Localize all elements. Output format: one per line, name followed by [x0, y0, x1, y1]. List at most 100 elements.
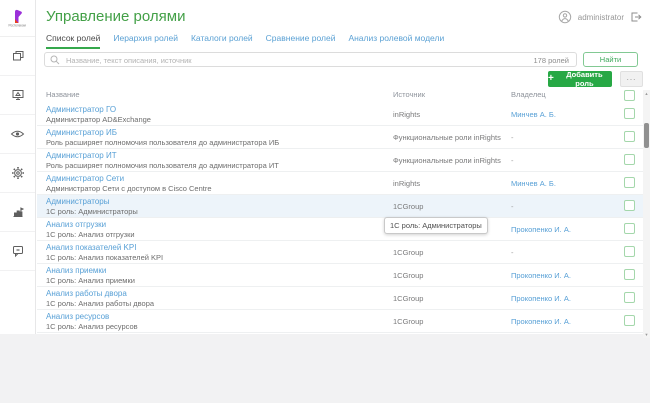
role-source: Функциональные роли inRights — [393, 133, 501, 142]
column-header-source: Источник — [393, 90, 426, 99]
sidebar-item-settings[interactable] — [0, 154, 35, 193]
role-source: 1CGroup — [393, 294, 424, 303]
role-owner-link[interactable]: Прокопенко И. А. — [511, 271, 571, 280]
scrollbar-thumb[interactable] — [644, 123, 649, 148]
table-row: Анализ ресурсов 1С роль: Анализ ресурсов… — [37, 310, 643, 333]
find-button[interactable]: Найти — [583, 52, 638, 67]
more-actions-button[interactable]: ... — [620, 71, 643, 87]
sidebar-item-monitor[interactable] — [0, 76, 35, 115]
role-owner-link[interactable]: Прокопенко И. А. — [511, 225, 571, 234]
feedback-icon — [12, 246, 23, 258]
windows-icon — [12, 51, 23, 61]
role-description: 1С роль: Анализ показателей KPI — [46, 253, 164, 262]
role-name-link[interactable]: Анализ работы двора — [46, 289, 127, 298]
role-description: Администратор Сети с доступом в Cisco Ce… — [46, 184, 212, 193]
rostelecom-logo[interactable]: Ростелеком — [0, 0, 35, 37]
role-name-link[interactable]: Администраторы — [46, 197, 109, 206]
role-description: Администратор AD&Exchange — [46, 115, 151, 124]
role-owner-link[interactable]: Прокопенко И. А. — [511, 317, 571, 326]
logo-icon — [15, 9, 22, 23]
gear-icon — [11, 167, 24, 179]
tab-1[interactable]: Список ролей — [46, 33, 101, 49]
tab-4[interactable]: Сравнение ролей — [266, 33, 336, 49]
search-icon — [50, 55, 60, 65]
role-owner-link[interactable]: Минчев А. Б. — [511, 110, 556, 119]
table-row: Администратор ГО Администратор AD&Exchan… — [37, 103, 643, 126]
role-management-page: Ростелеком Управление ролями administrat… — [0, 0, 650, 403]
tab-3[interactable]: Каталоги ролей — [191, 33, 253, 49]
add-role-label: Добавить роль — [566, 70, 603, 88]
table-row: Администратор Сети Администратор Сети с … — [37, 172, 643, 195]
role-owner-link: - — [511, 156, 514, 165]
sidebar-item-feedback[interactable] — [0, 232, 35, 271]
sidebar-item-reports[interactable] — [0, 193, 35, 232]
role-description: 1С роль: Администраторы — [46, 207, 138, 216]
logo-label: Ростелеком — [8, 23, 27, 27]
row-checkbox[interactable] — [624, 292, 635, 303]
search-box: 178 ролей — [44, 52, 577, 68]
role-source: 1CGroup — [393, 271, 424, 280]
monitor-icon — [12, 90, 23, 100]
scroll-down-arrow[interactable]: ▼ — [643, 332, 650, 337]
user-avatar-icon — [558, 10, 571, 24]
role-owner-link[interactable]: Минчев А. Б. — [511, 179, 556, 188]
role-description: 1С роль: Анализ ресурсов — [46, 322, 138, 331]
table-row: Анализ отгрузки 1С роль: Анализ отгрузки… — [37, 218, 643, 241]
role-name-link[interactable]: Администратор Сети — [46, 174, 124, 183]
role-name-link[interactable]: Анализ показателей KPI — [46, 243, 136, 252]
column-header-name: Название — [46, 90, 80, 99]
row-checkbox[interactable] — [624, 200, 635, 211]
role-name-link[interactable]: Администратор ГО — [46, 105, 116, 114]
role-source: Функциональные роли inRights — [393, 156, 501, 165]
table-scrollbar[interactable]: ▲ ▼ — [643, 90, 650, 338]
row-checkbox[interactable] — [624, 131, 635, 142]
page-title: Управление ролями — [46, 8, 186, 25]
role-name-link[interactable]: Анализ отгрузки — [46, 220, 106, 229]
role-name-link[interactable]: Администратор ИТ — [46, 151, 117, 160]
table-row: Администратор ИБ Роль расширяет полномоч… — [37, 126, 643, 149]
role-description: 1С роль: Анализ работы двора — [46, 299, 155, 308]
sidebar: Ростелеком — [0, 0, 36, 334]
topbar: Управление ролями administrator Список р… — [37, 0, 650, 49]
row-checkbox[interactable] — [624, 269, 635, 280]
role-name-link[interactable]: Анализ ресурсов — [46, 312, 109, 321]
role-name-link[interactable]: Анализ приемки — [46, 266, 106, 275]
table-header: Название Источник Владелец — [37, 90, 643, 103]
tooltip: 1С роль: Администраторы — [384, 217, 488, 234]
tab-bar: Список ролей Иерархия ролей Каталоги ролей… — [46, 33, 444, 49]
row-checkbox[interactable] — [624, 154, 635, 165]
table-row: Администраторы 1С роль: Администраторы 1… — [37, 195, 643, 218]
role-source: 1CGroup — [393, 202, 424, 211]
row-checkbox[interactable] — [624, 223, 635, 234]
add-role-button[interactable]: + Добавить роль — [548, 70, 612, 88]
eye-icon — [10, 130, 25, 138]
role-description: Роль расширяет полномочия пользователя д… — [46, 138, 280, 147]
column-header-owner: Владелец — [511, 90, 546, 99]
sidebar-item-eye[interactable] — [0, 115, 35, 154]
row-checkbox[interactable] — [624, 177, 635, 188]
logout-icon[interactable] — [630, 11, 642, 23]
tab-2[interactable]: Иерархия ролей — [113, 33, 178, 49]
role-owner-link: - — [511, 202, 514, 211]
user-menu[interactable]: administrator — [558, 10, 642, 24]
row-checkbox[interactable] — [624, 108, 635, 119]
plus-icon: + — [548, 73, 554, 84]
sidebar-item-windows[interactable] — [0, 37, 35, 76]
scroll-up-arrow[interactable]: ▲ — [643, 91, 650, 96]
row-checkbox[interactable] — [624, 315, 635, 326]
page-background — [0, 334, 650, 403]
role-source: inRights — [393, 110, 421, 119]
role-owner-link: - — [511, 248, 514, 257]
role-source: 1CGroup — [393, 248, 424, 257]
role-owner-link: - — [511, 133, 514, 142]
search-input[interactable] — [64, 53, 508, 68]
table-row: Анализ приемки 1С роль: Анализ приемки 1… — [37, 264, 643, 287]
role-name-link[interactable]: Администратор ИБ — [46, 128, 117, 137]
table-row: Анализ работы двора 1С роль: Анализ рабо… — [37, 287, 643, 310]
role-owner-link[interactable]: Прокопенко И. А. — [511, 294, 571, 303]
select-all-checkbox[interactable] — [624, 90, 635, 101]
user-name: administrator — [577, 12, 624, 22]
tab-5[interactable]: Анализ ролевой модели — [348, 33, 444, 49]
roles-table: Администратор ГО Администратор AD&Exchan… — [37, 103, 643, 333]
row-checkbox[interactable] — [624, 246, 635, 257]
